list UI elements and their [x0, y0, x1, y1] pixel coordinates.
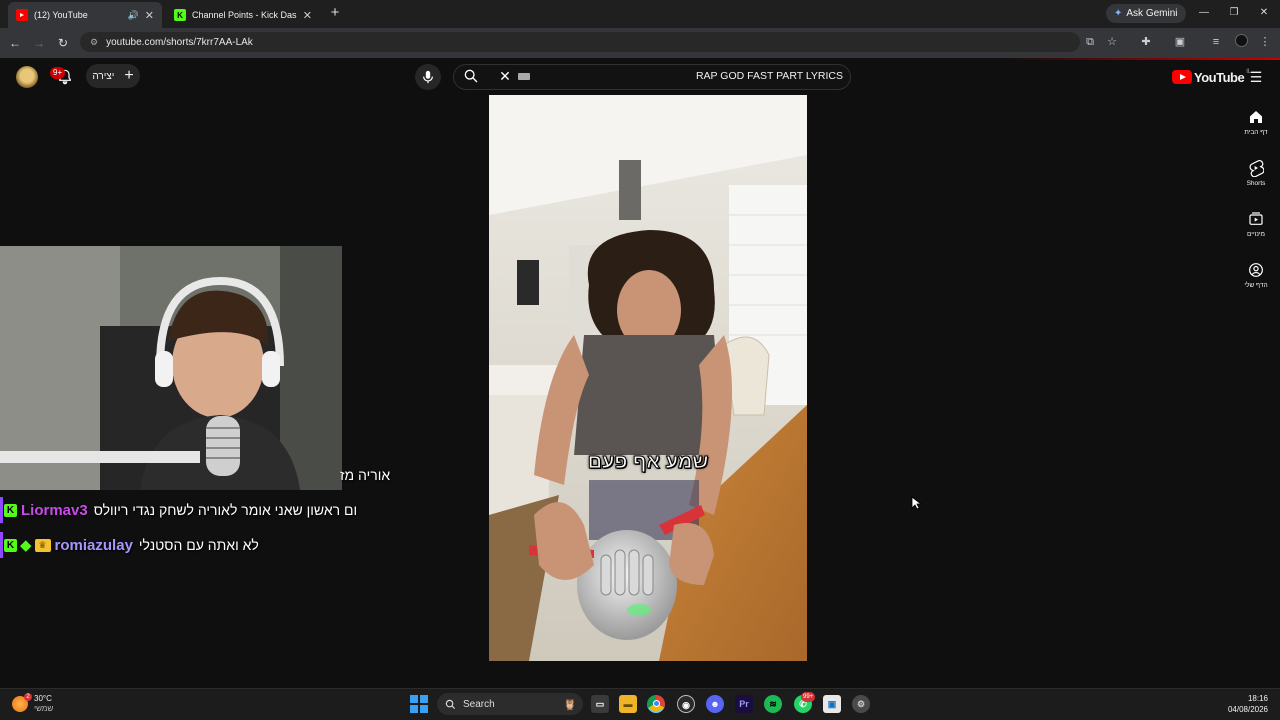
minimize-button[interactable]: —: [1194, 4, 1214, 22]
guide-label: Shorts: [1246, 180, 1266, 187]
taskbar-clock[interactable]: 18:16 04/08/2026: [1210, 693, 1268, 715]
chat-username[interactable]: romiazulay: [55, 537, 133, 554]
premiere-pro-icon[interactable]: Pr: [735, 695, 753, 713]
search-icon[interactable]: [463, 68, 483, 86]
back-button[interactable]: ←: [6, 34, 24, 52]
guide-item-subscriptions[interactable]: מינויים: [1232, 208, 1280, 254]
sun-weather-icon: [12, 693, 32, 712]
mouse-cursor-icon: [911, 496, 921, 510]
clear-search-icon[interactable]: ✕: [497, 67, 513, 85]
search-input[interactable]: RAP GOD FAST PART LYRICS: [600, 70, 843, 84]
extensions-icon[interactable]: ✚: [1138, 34, 1154, 50]
short-video-player[interactable]: שמע אף פעם: [489, 95, 807, 661]
guide-label: הדף שלי: [1244, 282, 1268, 289]
windows-taskbar: [0, 688, 1280, 720]
weather-desc: שמשי: [34, 704, 54, 713]
crown-badge-icon: ♛: [34, 538, 51, 552]
address-bar[interactable]: ⚙ youtube.com/shorts/7krr7AA-LAk: [80, 32, 1080, 52]
chat-message: לא ואתה עם הסטנלי: [138, 537, 259, 553]
kick-badge-icon: K: [4, 503, 17, 517]
diamond-badge-icon: ◆: [20, 537, 32, 554]
kick-badge-icon: K: [4, 538, 17, 552]
chat-line-partial: אוריה מז: [340, 462, 390, 488]
chrome-icon[interactable]: [647, 695, 665, 713]
microphone-icon: [423, 70, 433, 84]
start-button[interactable]: [410, 695, 428, 713]
browser-menu-icon[interactable]: ⋮: [1257, 34, 1273, 50]
guide-item-home[interactable]: דף הבית: [1232, 106, 1280, 152]
search-highlight-icon: 🦉: [563, 698, 577, 711]
plus-icon: +: [124, 67, 134, 84]
short-caption: שמע אף פעם: [587, 451, 709, 474]
discord-icon[interactable]: ☻: [706, 695, 724, 713]
create-button[interactable]: יצירה +: [86, 64, 140, 88]
keyboard-icon[interactable]: [518, 73, 530, 80]
search-icon: [445, 699, 456, 709]
weather-widget[interactable]: 30°C שמשי: [12, 692, 53, 716]
split-view-icon[interactable]: ▣: [1172, 34, 1188, 50]
profile-avatar-icon[interactable]: [1233, 34, 1249, 50]
youtube-favicon-icon: [16, 9, 28, 21]
close-tab-icon[interactable]: ✕: [145, 9, 154, 22]
tab-title: (12) YouTube: [34, 10, 88, 20]
chat-message: אוריה מז: [340, 467, 391, 483]
obs-icon[interactable]: ◉: [677, 695, 695, 713]
guide-label: דף הבית: [1244, 129, 1268, 136]
youtube-play-icon: [1172, 70, 1192, 84]
tab-title: Channel Points - Kick Dashboard: [192, 10, 297, 20]
youtube-logo[interactable]: YouTube IL: [1172, 67, 1251, 87]
speaker-icon[interactable]: 🔊: [128, 10, 139, 21]
gemini-sparkle-icon: ✦: [1114, 8, 1123, 19]
restore-button[interactable]: ❐: [1224, 4, 1244, 22]
guide-label: מינויים: [1246, 231, 1266, 238]
snipping-tool-icon[interactable]: ▣: [823, 695, 841, 713]
notification-count-badge: 9+: [50, 67, 66, 79]
create-label: יצירה: [92, 70, 115, 82]
home-icon: [1232, 106, 1280, 128]
ask-gemini-button[interactable]: ✦ Ask Gemini: [1106, 4, 1186, 23]
close-window-button[interactable]: ✕: [1254, 4, 1274, 22]
page-load-indicator: [0, 58, 1280, 60]
you-icon: [1232, 259, 1280, 281]
youtube-logo-text: YouTube: [1194, 69, 1245, 85]
site-info-icon[interactable]: ⚙: [90, 37, 98, 48]
chat-line: K ◆ ♛ romiazulay לא ואתה עם הסטנלי: [0, 532, 259, 558]
chat-message: ום ראשון שאני אומר לאוריה לשחק נגדי ריוו…: [93, 502, 358, 518]
webcam-overlay: [0, 246, 342, 490]
task-view-icon[interactable]: ▭: [591, 695, 609, 713]
shorts-icon: [1232, 157, 1280, 179]
bookmark-star-icon[interactable]: ☆: [1104, 34, 1120, 50]
weather-temp: 30°C: [34, 694, 52, 703]
whatsapp-badge: 99+: [801, 692, 816, 702]
guide-item-you[interactable]: הדף שלי: [1232, 259, 1280, 305]
kick-favicon-icon: K: [174, 9, 186, 21]
subscriptions-icon: [1232, 208, 1280, 230]
media-controls-icon[interactable]: ≡: [1208, 34, 1224, 50]
url-text: youtube.com/shorts/7krr7AA-LAk: [106, 36, 253, 48]
account-avatar[interactable]: [16, 66, 38, 88]
spotify-icon[interactable]: ≋: [764, 695, 782, 713]
clock-date: 04/08/2026: [1227, 705, 1268, 714]
video-frame: [489, 95, 807, 661]
webcam-frame: [0, 246, 342, 490]
close-tab-icon[interactable]: ✕: [303, 9, 312, 22]
reload-button[interactable]: ↻: [54, 34, 72, 52]
taskbar-search[interactable]: Search 🦉: [437, 693, 583, 715]
chat-line: K Liormav3 ום ראשון שאני אומר לאוריה לשח…: [0, 497, 357, 523]
voice-search-button[interactable]: [415, 64, 441, 90]
settings-gear-icon[interactable]: ⚙: [852, 695, 870, 713]
taskbar-search-label: Search: [463, 698, 495, 710]
tab-youtube[interactable]: (12) YouTube 🔊 ✕: [8, 2, 162, 28]
guide-item-shorts[interactable]: Shorts: [1232, 157, 1280, 203]
tab-kick-dashboard[interactable]: K Channel Points - Kick Dashboard ✕: [166, 2, 320, 28]
guide-menu-icon[interactable]: ☰: [1246, 67, 1266, 87]
install-app-icon[interactable]: ⧉: [1082, 34, 1098, 50]
new-tab-button[interactable]: +: [326, 4, 344, 22]
ask-gemini-label: Ask Gemini: [1126, 8, 1178, 19]
chat-username[interactable]: Liormav3: [21, 502, 88, 519]
file-explorer-icon[interactable]: ▬: [619, 695, 637, 713]
forward-button[interactable]: →: [30, 34, 48, 52]
clock-time: 18:16: [1247, 694, 1268, 703]
